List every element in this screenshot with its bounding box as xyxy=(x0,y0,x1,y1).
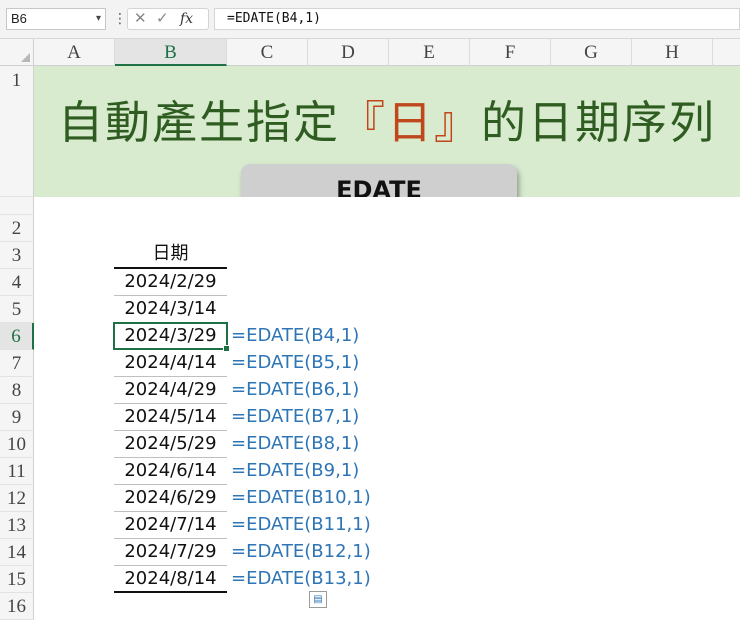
row-header-16[interactable]: 16 xyxy=(0,593,34,620)
row-header-gap xyxy=(0,197,34,215)
row-header-9[interactable]: 9 xyxy=(0,404,34,431)
cell-b13[interactable]: 2024/7/14 xyxy=(114,512,227,539)
formula-note-c14[interactable]: =EDATE(B12,1) xyxy=(231,539,371,566)
select-all-corner[interactable] xyxy=(0,39,34,66)
cell-b14[interactable]: 2024/7/29 xyxy=(114,539,227,566)
cell-b4[interactable]: 2024/2/29 xyxy=(114,269,227,296)
row-header-1[interactable]: 1 xyxy=(0,66,34,197)
name-box[interactable]: B6 ▾ xyxy=(6,8,106,30)
formula-note-c9[interactable]: =EDATE(B7,1) xyxy=(231,404,359,431)
formula-note-c15[interactable]: =EDATE(B13,1) xyxy=(231,566,371,593)
column-header-f[interactable]: F xyxy=(470,39,551,66)
date-column-header[interactable]: 日期 xyxy=(114,240,227,269)
more-options-icon[interactable]: ⋮ xyxy=(113,10,127,27)
column-header-c[interactable]: C xyxy=(227,39,308,66)
paste-options-icon[interactable]: ▤ xyxy=(309,591,327,608)
formula-note-c10[interactable]: =EDATE(B8,1) xyxy=(231,431,359,458)
column-header-a[interactable]: A xyxy=(34,39,115,66)
cell-b9[interactable]: 2024/5/14 xyxy=(114,404,227,431)
row-header-5[interactable]: 5 xyxy=(0,296,34,323)
row-header-15[interactable]: 15 xyxy=(0,566,34,593)
row-header-11[interactable]: 11 xyxy=(0,458,34,485)
cell-b11[interactable]: 2024/6/14 xyxy=(114,458,227,485)
chevron-down-icon[interactable]: ▾ xyxy=(96,9,101,29)
formula-note-c8[interactable]: =EDATE(B6,1) xyxy=(231,377,359,404)
active-cell-selection[interactable] xyxy=(113,322,230,352)
row-header-14[interactable]: 14 xyxy=(0,539,34,566)
cancel-icon[interactable]: ✕ xyxy=(134,9,147,29)
cell-b8[interactable]: 2024/4/29 xyxy=(114,377,227,404)
formula-bar: B6 ▾ ⋮ ✕ ✓ fx =EDATE(B4,1) xyxy=(0,0,740,39)
cell-b15[interactable]: 2024/8/14 xyxy=(114,566,227,593)
cell-b10[interactable]: 2024/5/29 xyxy=(114,431,227,458)
formula-note-c7[interactable]: =EDATE(B5,1) xyxy=(231,350,359,377)
formula-note-c12[interactable]: =EDATE(B10,1) xyxy=(231,485,371,512)
banner-title: 自動產生指定『日』的日期序列 xyxy=(57,96,717,149)
row-header-2[interactable]: 2 xyxy=(0,215,34,242)
formula-actions: ✕ ✓ fx xyxy=(127,8,209,30)
formula-note-c6[interactable]: =EDATE(B4,1) xyxy=(231,323,359,350)
column-header-h[interactable]: H xyxy=(632,39,713,66)
row-header-3[interactable]: 3 xyxy=(0,242,34,269)
column-header-g[interactable]: G xyxy=(551,39,632,66)
row-header-12[interactable]: 12 xyxy=(0,485,34,512)
title-banner: 自動產生指定『日』的日期序列 EDATE xyxy=(34,66,740,216)
row-header-6[interactable]: 6 xyxy=(0,323,34,350)
enter-icon[interactable]: ✓ xyxy=(156,9,169,29)
formula-note-c13[interactable]: =EDATE(B11,1) xyxy=(231,512,371,539)
cell-b7[interactable]: 2024/4/14 xyxy=(114,350,227,377)
row-header-4[interactable]: 4 xyxy=(0,269,34,296)
row-header-13[interactable]: 13 xyxy=(0,512,34,539)
formula-note-c11[interactable]: =EDATE(B9,1) xyxy=(231,458,359,485)
formula-input[interactable]: =EDATE(B4,1) xyxy=(214,8,740,30)
column-header-e[interactable]: E xyxy=(389,39,470,66)
row-header-7[interactable]: 7 xyxy=(0,350,34,377)
cell-b5[interactable]: 2024/3/14 xyxy=(114,296,227,323)
column-header-b[interactable]: B xyxy=(115,39,227,66)
column-header-partial[interactable] xyxy=(713,39,740,66)
name-box-value: B6 xyxy=(11,11,27,26)
column-header-d[interactable]: D xyxy=(308,39,389,66)
insert-function-icon[interactable]: fx xyxy=(180,9,193,29)
cell-b12[interactable]: 2024/6/29 xyxy=(114,485,227,512)
row-header-8[interactable]: 8 xyxy=(0,377,34,404)
row-header-10[interactable]: 10 xyxy=(0,431,34,458)
